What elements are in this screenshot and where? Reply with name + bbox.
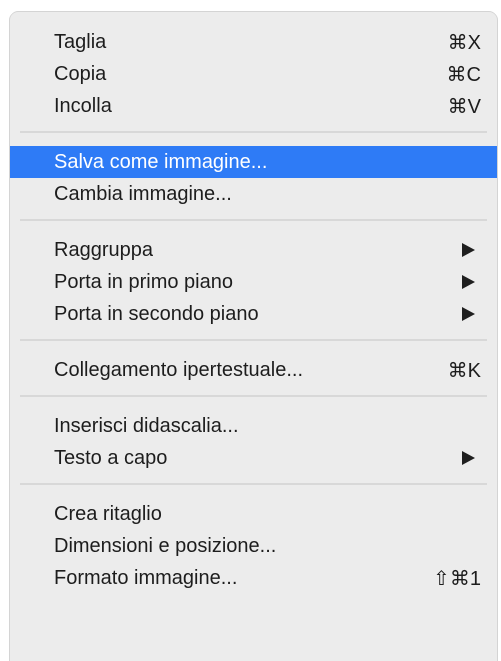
menu-item-shortcut: ⌘V: [447, 95, 481, 118]
menu-item-shortcut: ⇧⌘1: [433, 567, 481, 590]
menu-item-collegamento-ipertestuale[interactable]: Collegamento ipertestuale... ⌘K: [10, 354, 497, 386]
context-menu: Taglia ⌘X Copia ⌘C Incolla ⌘V Salva come…: [10, 12, 497, 661]
menu-item-raggruppa[interactable]: Raggruppa: [10, 234, 497, 266]
menu-item-label: Collegamento ipertestuale...: [54, 358, 304, 381]
menu-item-label: Crea ritaglio: [54, 502, 162, 525]
menu-item-porta-in-secondo-piano[interactable]: Porta in secondo piano: [10, 298, 497, 330]
menu-separator: [20, 395, 487, 397]
menu-separator: [20, 131, 487, 133]
menu-item-shortcut: ⌘X: [447, 31, 481, 54]
menu-item-label: Porta in primo piano: [54, 270, 233, 293]
menu-item-shortcut: ⌘C: [446, 63, 481, 86]
menu-separator: [20, 339, 487, 341]
menu-item-label: Copia: [54, 62, 107, 85]
menu-item-label: Salva come immagine...: [54, 150, 268, 173]
menu-item-label: Cambia immagine...: [54, 182, 232, 205]
menu-item-incolla[interactable]: Incolla ⌘V: [10, 90, 497, 122]
submenu-arrow-icon: [462, 275, 475, 289]
menu-item-label: Testo a capo: [54, 446, 168, 469]
menu-item-cambia-immagine[interactable]: Cambia immagine...: [10, 178, 497, 210]
submenu-arrow-icon: [462, 451, 475, 465]
menu-item-label: Taglia: [54, 30, 107, 53]
submenu-arrow-icon: [462, 307, 475, 321]
menu-item-formato-immagine[interactable]: Formato immagine... ⇧⌘1: [10, 562, 497, 594]
menu-item-label: Incolla: [54, 94, 112, 117]
menu-item-salva-come-immagine[interactable]: Salva come immagine...: [10, 146, 497, 178]
menu-item-taglia[interactable]: Taglia ⌘X: [10, 26, 497, 58]
menu-item-dimensioni-e-posizione[interactable]: Dimensioni e posizione...: [10, 530, 497, 562]
menu-item-copia[interactable]: Copia ⌘C: [10, 58, 497, 90]
menu-item-label: Porta in secondo piano: [54, 302, 259, 325]
menu-item-label: Raggruppa: [54, 238, 153, 261]
menu-item-porta-in-primo-piano[interactable]: Porta in primo piano: [10, 266, 497, 298]
menu-item-label: Inserisci didascalia...: [54, 414, 239, 437]
menu-item-label: Dimensioni e posizione...: [54, 534, 277, 557]
menu-item-crea-ritaglio[interactable]: Crea ritaglio: [10, 498, 497, 530]
menu-item-label: Formato immagine...: [54, 566, 238, 589]
menu-item-testo-a-capo[interactable]: Testo a capo: [10, 442, 497, 474]
menu-separator: [20, 219, 487, 221]
menu-item-inserisci-didascalia[interactable]: Inserisci didascalia...: [10, 410, 497, 442]
submenu-arrow-icon: [462, 243, 475, 257]
menu-item-shortcut: ⌘K: [447, 359, 481, 382]
menu-separator: [20, 483, 487, 485]
